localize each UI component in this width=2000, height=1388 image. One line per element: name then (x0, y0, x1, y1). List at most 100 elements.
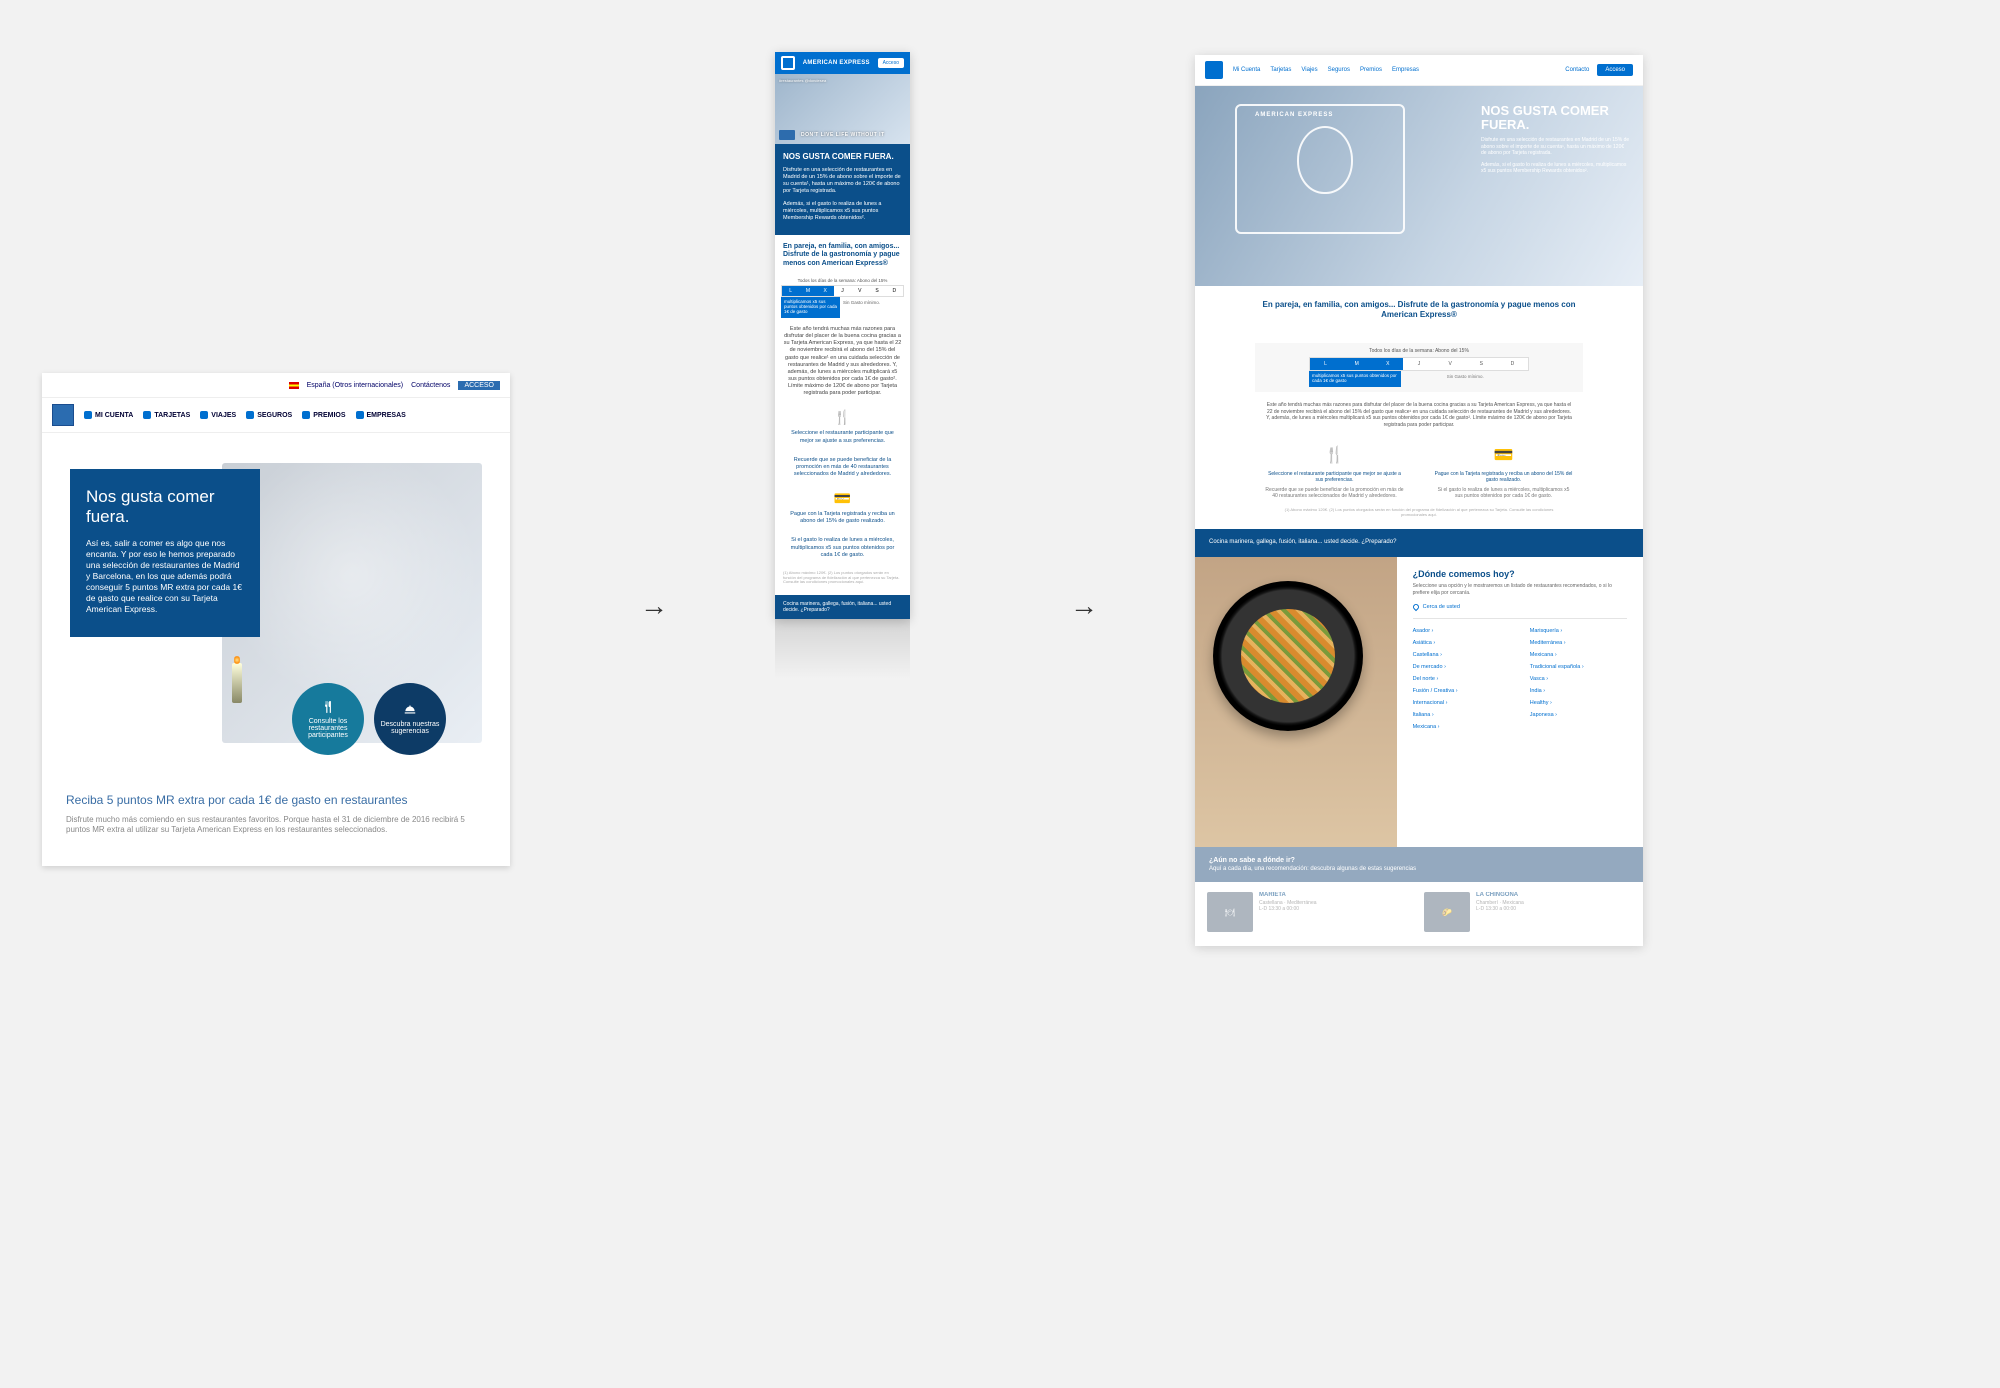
category-link[interactable]: Vasca › (1530, 673, 1627, 685)
day-v[interactable]: V (1435, 358, 1466, 370)
login-button[interactable]: ACCESO (458, 381, 500, 390)
day-d[interactable]: D (1497, 358, 1528, 370)
nav-item[interactable]: TARJETAS (143, 411, 190, 419)
day-d[interactable]: D (886, 286, 903, 296)
cutlery-icon: 🍴 (1265, 446, 1404, 467)
day-x[interactable]: X (1372, 358, 1403, 370)
hero-p2: Además, si el gasto lo realiza de lunes … (1481, 162, 1631, 175)
day-m[interactable]: M (1341, 358, 1372, 370)
pin-icon (1411, 603, 1419, 611)
promo-p2: Además, si el gasto lo realiza de lunes … (783, 201, 902, 222)
amex-logo-icon[interactable] (781, 56, 795, 70)
where-section: ¿Dónde comemos hoy? Seleccione una opció… (1195, 557, 1643, 847)
near-you-link[interactable]: Cerca de usted (1413, 604, 1627, 610)
week-widget: Todos los días de la semana: Abono del 1… (1255, 343, 1583, 392)
contact-link[interactable]: Contáctenos (411, 382, 450, 389)
mockup-desktop-new: Mi Cuenta Tarjetas Viajes Seguros Premio… (1195, 55, 1643, 946)
main-nav: Mi Cuenta Tarjetas Viajes Seguros Premio… (1195, 55, 1643, 86)
mockup-mobile: AMERICAN EXPRESS Acceso #restaurantes @d… (775, 52, 910, 619)
cutlery-icon (320, 700, 336, 714)
category-link[interactable]: Italiana › (1413, 709, 1510, 721)
restaurant-hours: L-D 13:30 a 00:00 (1476, 906, 1524, 912)
nav-item[interactable]: Mi Cuenta (1233, 67, 1260, 73)
mobile-header: AMERICAN EXPRESS Acceso (775, 52, 910, 74)
step-1: 🍴 Seleccione el restaurante participante… (1265, 446, 1404, 500)
day-l[interactable]: L (1310, 358, 1341, 370)
category-link[interactable]: Mexicana › (1413, 721, 1510, 733)
week-widget: Todos los días de la semana: Abono del 1… (775, 276, 910, 318)
card-icon: 💳 (1434, 446, 1573, 467)
cloche-icon (402, 703, 418, 717)
category-link[interactable]: Internacional › (1413, 697, 1510, 709)
candle-icon (232, 663, 242, 703)
day-m[interactable]: M (799, 286, 816, 296)
week-note: Sin Gasto mínimo. (840, 297, 904, 318)
day-x[interactable]: X (817, 286, 834, 296)
category-link[interactable]: Marisquería › (1530, 625, 1627, 637)
login-button[interactable]: Acceso (878, 58, 904, 68)
category-link[interactable]: Japonesa › (1530, 709, 1627, 721)
category-link[interactable]: De mercado › (1413, 661, 1510, 673)
category-link[interactable]: Del norte › (1413, 673, 1510, 685)
day-s[interactable]: S (1466, 358, 1497, 370)
hero-title: NOS GUSTA COMER FUERA. (1481, 104, 1631, 131)
restaurant-name: MARIETA (1259, 892, 1317, 898)
restaurant-card[interactable]: 🍽 MARIETA Castellana · Mediterránea L-D … (1207, 892, 1414, 932)
subhead-section: En pareja, en familia, con amigos... Dis… (1195, 286, 1643, 333)
brand-label: AMERICAN EXPRESS (803, 60, 870, 66)
day-s[interactable]: S (868, 286, 885, 296)
nav-item[interactable]: Premios (1360, 67, 1382, 73)
card-icon (779, 130, 795, 140)
step-1b: Recuerde que se puede beneficiar de la p… (775, 453, 910, 486)
nav-item[interactable]: Empresas (1392, 67, 1419, 73)
divider (1413, 618, 1627, 619)
nav-item[interactable]: MI CUENTA (84, 411, 133, 419)
category-link[interactable]: Tradicional española › (1530, 661, 1627, 673)
subhead: En pareja, en familia, con amigos... Dis… (1255, 300, 1583, 319)
nav-item[interactable]: VIAJES (200, 411, 236, 419)
nav-item[interactable]: SEGUROS (246, 411, 292, 419)
hero-text-panel: Nos gusta comer fuera. Así es, salir a c… (70, 469, 260, 637)
day-v[interactable]: V (851, 286, 868, 296)
category-link[interactable]: Mexicana › (1530, 649, 1627, 661)
nav-item[interactable]: PREMIOS (302, 411, 345, 419)
nav-item[interactable]: EMPRESAS (356, 411, 406, 419)
food-photo (1195, 557, 1397, 847)
category-link[interactable]: Castellana › (1413, 649, 1510, 661)
nav-item[interactable]: Seguros (1328, 67, 1350, 73)
hero-text: NOS GUSTA COMER FUERA. Disfrute en una s… (1481, 104, 1631, 180)
locale-link[interactable]: España (Otros internacionales) (307, 382, 404, 389)
hero-p1: Disfrute en una selección de restaurante… (1481, 137, 1631, 157)
where-desc: Seleccione una opción y le mostraremos u… (1413, 583, 1627, 596)
day-j[interactable]: J (834, 286, 851, 296)
category-link[interactable]: Asador › (1413, 625, 1510, 637)
hero-title: Nos gusta comer fuera. (86, 487, 244, 526)
step-2b: Si el gasto lo realiza de lunes a miérco… (775, 533, 910, 566)
arrow-right-icon: → (1070, 590, 1098, 622)
main-nav: MI CUENTA TARJETAS VIAJES SEGUROS PREMIO… (42, 397, 510, 433)
hero-body: Así es, salir a comer es algo que nos en… (86, 538, 244, 615)
day-j[interactable]: J (1403, 358, 1434, 370)
cutlery-icon: 🍴 (775, 405, 910, 426)
nav-item[interactable]: Viajes (1301, 67, 1317, 73)
restaurant-card[interactable]: 🌮 LA CHINGONA Chamberí · Mexicana L-D 13… (1424, 892, 1631, 932)
amex-logo-icon[interactable] (1205, 61, 1223, 79)
amex-logo-icon[interactable] (52, 404, 74, 426)
day-l[interactable]: L (782, 286, 799, 296)
restaurant-cards: 🍽 MARIETA Castellana · Mediterránea L-D … (1195, 882, 1643, 946)
cta-restaurants-button[interactable]: Consulte los restaurantes participantes (292, 683, 364, 755)
fine-print: (1) Abono máximo 120€. (2) Los puntos ot… (775, 567, 910, 595)
nav-item[interactable]: Tarjetas (1270, 67, 1291, 73)
contact-link[interactable]: Contacto (1565, 67, 1589, 73)
cta-suggestions-button[interactable]: Descubra nuestras sugerencias (374, 683, 446, 755)
category-link[interactable]: Healthy › (1530, 697, 1627, 709)
arrow-right-icon: → (640, 590, 668, 622)
restaurant-thumb: 🌮 (1424, 892, 1470, 932)
category-link[interactable]: India › (1530, 685, 1627, 697)
login-button[interactable]: Acceso (1597, 64, 1633, 76)
category-link[interactable]: Fusión / Creativa › (1413, 685, 1510, 697)
category-link[interactable]: Asiática › (1413, 637, 1510, 649)
tagline: DON'T LIVE LIFE WITHOUT IT (801, 132, 885, 138)
category-link[interactable]: Mediterránea › (1530, 637, 1627, 649)
restaurant-hours: L-D 13:30 a 00:00 (1259, 906, 1317, 912)
